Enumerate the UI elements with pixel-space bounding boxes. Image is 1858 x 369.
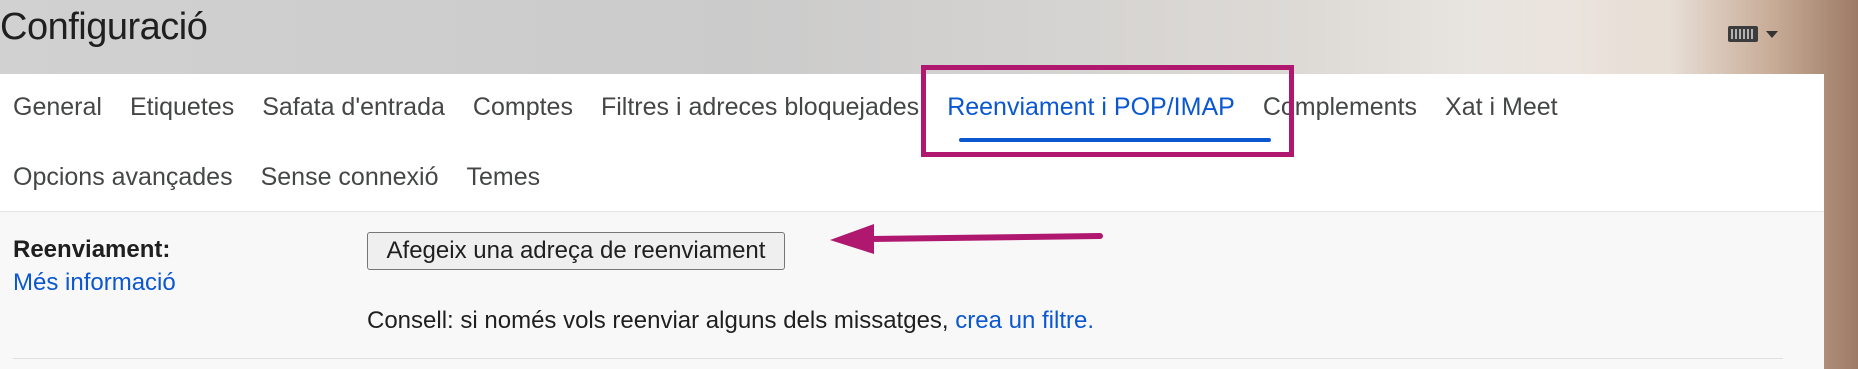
tab-accounts[interactable]: Comptes xyxy=(473,93,573,122)
forwarding-label: Reenviament: xyxy=(13,236,171,263)
tab-themes[interactable]: Temes xyxy=(467,163,541,192)
annotation-highlight-box xyxy=(921,65,1294,157)
create-filter-link[interactable]: crea un filtre. xyxy=(955,307,1094,334)
section-divider xyxy=(13,358,1783,359)
keyboard-icon xyxy=(1728,26,1758,42)
tabs-row-1: General Etiquetes Safata d'entrada Compt… xyxy=(13,87,1586,127)
annotation-arrow-icon xyxy=(830,224,1103,254)
forwarding-tip: Consell: si només vols reenviar alguns d… xyxy=(367,307,1094,335)
tab-inbox[interactable]: Safata d'entrada xyxy=(262,93,445,122)
tabs-row-2: Opcions avançades Sense connexió Temes xyxy=(13,157,568,197)
more-info-link[interactable]: Més informació xyxy=(13,269,176,297)
tab-offline[interactable]: Sense connexió xyxy=(261,163,439,192)
tab-filters[interactable]: Filtres i adreces bloquejades xyxy=(601,93,919,122)
caret-down-icon xyxy=(1766,30,1778,38)
tip-text: Consell: si només vols reenviar alguns d… xyxy=(367,307,956,334)
tab-general[interactable]: General xyxy=(13,93,102,122)
input-tools-button[interactable] xyxy=(1728,22,1788,46)
tab-advanced[interactable]: Opcions avançades xyxy=(13,163,233,192)
tab-labels[interactable]: Etiquetes xyxy=(130,93,234,122)
add-forwarding-address-button[interactable]: Afegeix una adreça de reenviament xyxy=(367,232,785,270)
page-title: Configuració xyxy=(0,6,208,48)
tab-chat-meet[interactable]: Xat i Meet xyxy=(1445,93,1558,122)
